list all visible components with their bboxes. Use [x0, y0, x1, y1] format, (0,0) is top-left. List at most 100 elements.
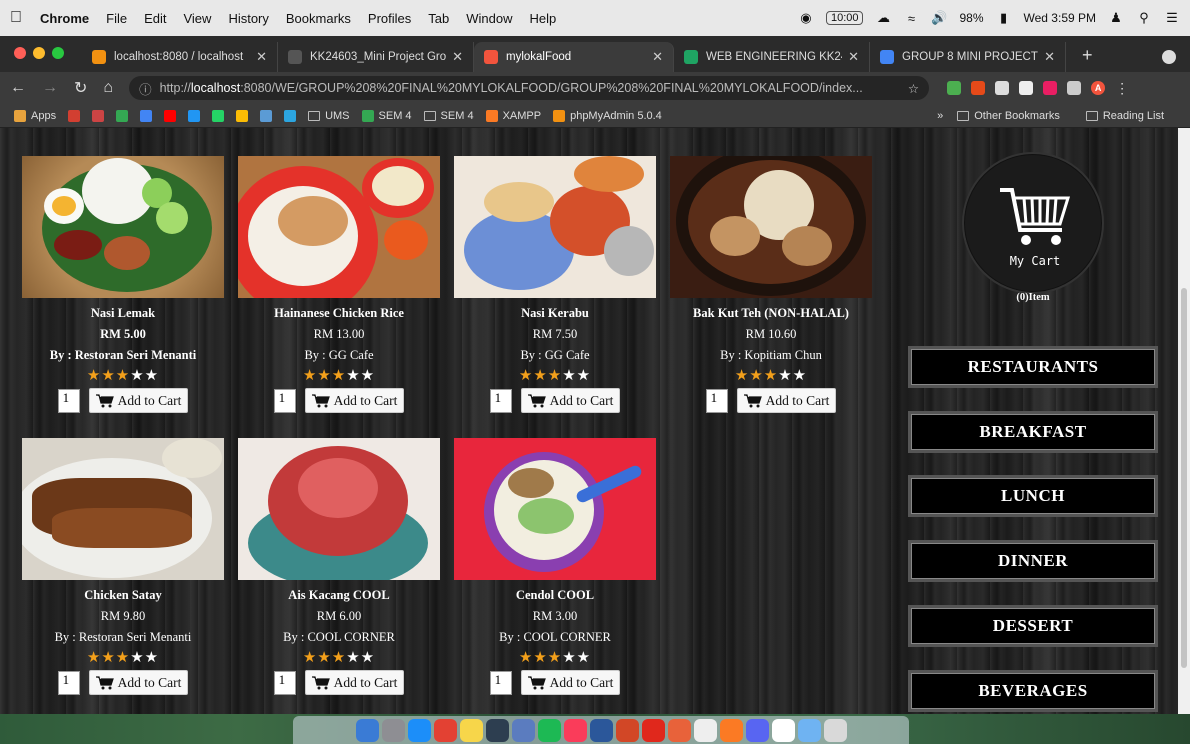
- tab-search-icon[interactable]: [1162, 50, 1176, 64]
- chrome-icon[interactable]: [433, 718, 457, 742]
- extension-icon[interactable]: [947, 81, 962, 95]
- category-dinner-button[interactable]: DINNER: [908, 540, 1158, 582]
- close-icon[interactable]: ✕: [1044, 49, 1055, 65]
- bookmark-icon-only[interactable]: [212, 109, 225, 122]
- site-info-icon[interactable]: ⓘ: [139, 79, 152, 98]
- powerpoint-icon[interactable]: [615, 718, 639, 742]
- spotify-icon[interactable]: [537, 718, 561, 742]
- bookmark-other[interactable]: Other Bookmarks: [957, 110, 1060, 122]
- bookmark-icon-only[interactable]: [188, 109, 201, 122]
- cloud-icon[interactable]: ☁: [875, 10, 891, 25]
- nasi-lemak-image[interactable]: [22, 156, 224, 298]
- bookmark-star-icon[interactable]: ☆: [908, 81, 919, 96]
- menu-history[interactable]: History: [228, 11, 268, 26]
- quantity-input[interactable]: 1: [273, 670, 296, 695]
- bookmark-icon-only[interactable]: [140, 109, 153, 122]
- tab-mini-project[interactable]: KK24603_Mini Project Gro ✕: [278, 42, 474, 72]
- quantity-input[interactable]: 1: [489, 388, 512, 413]
- acrobat-icon[interactable]: [641, 718, 665, 742]
- more-bookmarks-chevron-icon[interactable]: »: [937, 110, 943, 122]
- bookmark-reading-list[interactable]: Reading List: [1085, 110, 1164, 122]
- tab-mylokalfood[interactable]: mylokalFood ✕: [474, 42, 674, 72]
- battery-icon[interactable]: ▮: [996, 10, 1012, 25]
- tab-group8[interactable]: GROUP 8 MINI PROJECT ✕: [870, 42, 1066, 72]
- close-icon[interactable]: ✕: [848, 49, 859, 65]
- menu-app-name[interactable]: Chrome: [40, 11, 89, 26]
- menu-file[interactable]: File: [106, 11, 127, 26]
- close-icon[interactable]: ✕: [256, 49, 267, 65]
- app-icon[interactable]: [667, 718, 691, 742]
- category-lunch-button[interactable]: LUNCH: [908, 475, 1158, 517]
- bak-kut-teh-image[interactable]: [670, 156, 872, 298]
- my-cart-button[interactable]: My Cart: [962, 152, 1104, 294]
- apple-icon[interactable]: : [10, 9, 22, 27]
- wifi-icon[interactable]: ≈: [903, 11, 919, 26]
- close-icon[interactable]: ✕: [452, 49, 463, 65]
- back-icon[interactable]: ←: [10, 79, 26, 97]
- bookmark-ums[interactable]: UMS: [308, 110, 350, 122]
- app-icon[interactable]: [771, 718, 795, 742]
- menu-edit[interactable]: Edit: [144, 11, 166, 26]
- xampp-icon[interactable]: [719, 718, 743, 742]
- close-window-button[interactable]: [14, 47, 26, 59]
- safari-icon[interactable]: [407, 718, 431, 742]
- menu-window[interactable]: Window: [466, 11, 512, 26]
- notion-icon[interactable]: [693, 718, 717, 742]
- extension-icon[interactable]: [995, 81, 1010, 95]
- menu-view[interactable]: View: [183, 11, 211, 26]
- app-icon[interactable]: [511, 718, 535, 742]
- close-icon[interactable]: ✕: [652, 49, 663, 65]
- bookmark-icon-only[interactable]: [164, 109, 177, 122]
- quantity-input[interactable]: 1: [57, 670, 80, 695]
- menu-profiles[interactable]: Profiles: [368, 11, 411, 26]
- add-to-cart-button[interactable]: Add to Cart: [88, 388, 189, 413]
- profile-avatar[interactable]: A: [1091, 81, 1106, 95]
- add-to-cart-button[interactable]: Add to Cart: [88, 670, 189, 695]
- category-dessert-button[interactable]: DESSERT: [908, 605, 1158, 647]
- word-icon[interactable]: [589, 718, 613, 742]
- launchpad-icon[interactable]: [381, 718, 405, 742]
- chicken-satay-image[interactable]: [22, 438, 224, 580]
- add-to-cart-button[interactable]: Add to Cart: [520, 670, 621, 695]
- timer-box[interactable]: 10:00: [825, 11, 864, 25]
- reload-icon[interactable]: ↻: [74, 78, 87, 98]
- battery-percent[interactable]: 98%: [959, 11, 983, 25]
- new-tab-button[interactable]: +: [1082, 45, 1093, 66]
- tab-phpmyadmin[interactable]: localhost:8080 / localhost ✕: [82, 42, 278, 72]
- category-beverages-button[interactable]: BEVERAGES: [908, 670, 1158, 712]
- quantity-input[interactable]: 1: [57, 388, 80, 413]
- extension-icon[interactable]: [1043, 81, 1058, 95]
- extension-icon[interactable]: [1019, 81, 1034, 95]
- downloads-folder-icon[interactable]: [797, 718, 821, 742]
- puzzle-icon[interactable]: [1067, 81, 1082, 95]
- add-to-cart-button[interactable]: Add to Cart: [736, 388, 837, 413]
- bookmark-apps[interactable]: Apps: [14, 109, 56, 122]
- tab-web-engineering[interactable]: WEB ENGINEERING KK246 ✕: [674, 42, 870, 72]
- menu-help[interactable]: Help: [530, 11, 557, 26]
- quantity-input[interactable]: 1: [705, 388, 728, 413]
- more-menu-icon[interactable]: ⋮: [1115, 81, 1129, 95]
- bookmark-xampp[interactable]: XAMPP: [485, 109, 541, 122]
- quantity-input[interactable]: 1: [273, 388, 296, 413]
- finder-icon[interactable]: [355, 718, 379, 742]
- nasi-kerabu-image[interactable]: [454, 156, 656, 298]
- quantity-input[interactable]: 1: [489, 670, 512, 695]
- app-icon[interactable]: [485, 718, 509, 742]
- clock[interactable]: Wed 3:59 PM: [1024, 11, 1096, 25]
- add-to-cart-button[interactable]: Add to Cart: [304, 388, 405, 413]
- discord-icon[interactable]: [745, 718, 769, 742]
- creative-cloud-icon[interactable]: ◉: [798, 10, 814, 25]
- scrollbar-thumb[interactable]: [1181, 288, 1187, 668]
- menu-bookmarks[interactable]: Bookmarks: [286, 11, 351, 26]
- address-bar[interactable]: ⓘ http://localhost:8080/WE/GROUP%208%20F…: [129, 76, 930, 100]
- minimize-window-button[interactable]: [33, 47, 45, 59]
- bookmark-sem4-folder[interactable]: SEM 4: [423, 110, 474, 122]
- add-to-cart-button[interactable]: Add to Cart: [304, 670, 405, 695]
- home-icon[interactable]: ⌂: [103, 79, 113, 97]
- maximize-window-button[interactable]: [52, 47, 64, 59]
- forward-icon[interactable]: →: [42, 79, 58, 97]
- user-icon[interactable]: ♟: [1108, 10, 1124, 25]
- bookmark-icon-only[interactable]: [260, 109, 273, 122]
- spotlight-search-icon[interactable]: ⚲: [1136, 10, 1152, 25]
- volume-icon[interactable]: 🔊: [931, 10, 947, 25]
